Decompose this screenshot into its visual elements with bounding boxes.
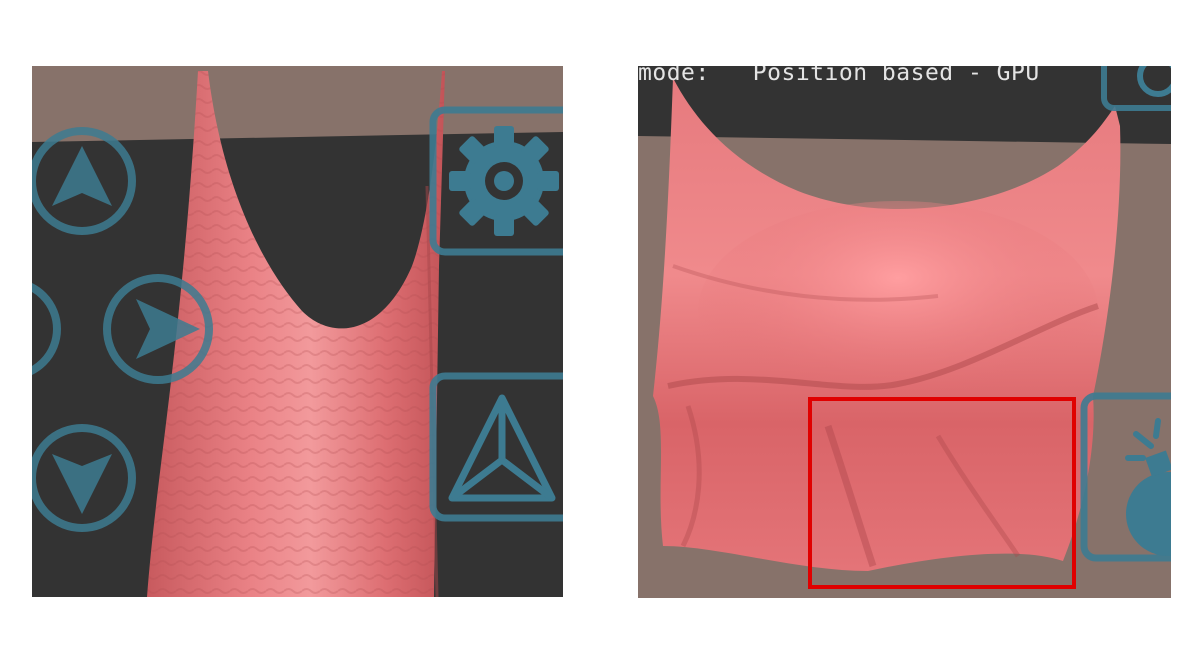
mode-label: mode: Position based - GPU: [638, 66, 1040, 86]
tetrahedron-icon: [429, 372, 563, 522]
bomb-icon: [1080, 392, 1171, 562]
cloth-mesh: [653, 78, 1121, 571]
arrow-up-icon: [32, 127, 136, 235]
arrow-down-icon: [32, 424, 136, 532]
arrow-left-icon: [32, 283, 61, 375]
cloth-mesh: [147, 71, 445, 597]
right-viewport[interactable]: mode: Position based - GPU: [638, 66, 1171, 598]
left-viewport[interactable]: [32, 66, 563, 597]
ground-plane: [32, 66, 563, 142]
arrow-right-icon: [103, 274, 213, 384]
